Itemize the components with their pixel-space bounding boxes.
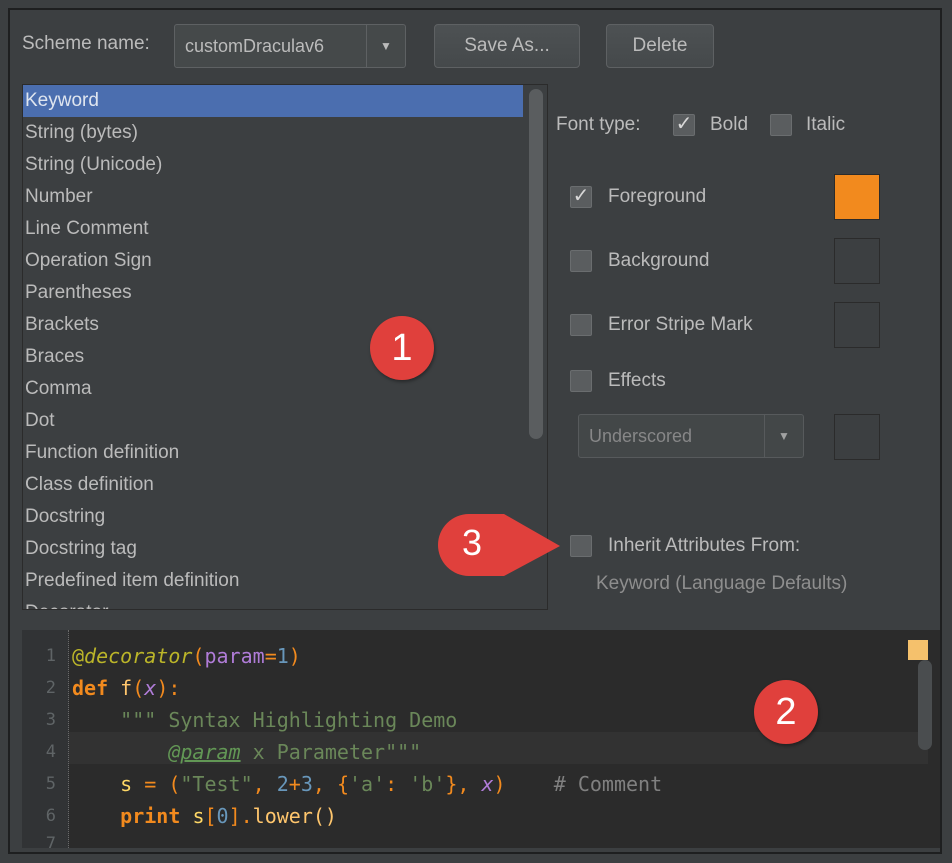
- line-number: 2: [45, 678, 56, 698]
- code-line-1: @decorator(param=1): [72, 644, 301, 668]
- attribute-list-item[interactable]: Comma: [23, 373, 523, 405]
- attribute-list-item[interactable]: Number: [23, 181, 523, 213]
- callout-label-3: 3: [462, 522, 483, 563]
- code-line-6: print s[0].lower(): [120, 804, 337, 828]
- error-stripe-color-swatch[interactable]: [834, 302, 880, 348]
- line-number: 3: [45, 710, 56, 730]
- effects-color-swatch[interactable]: [834, 414, 880, 460]
- scheme-name-label: Scheme name:: [22, 33, 150, 54]
- attribute-list-item[interactable]: Function definition: [23, 437, 523, 469]
- attribute-list-item[interactable]: Line Comment: [23, 213, 523, 245]
- code-line-3: """ Syntax Highlighting Demo: [72, 708, 458, 732]
- list-scrollbar[interactable]: [529, 89, 543, 439]
- inherit-source-link[interactable]: Keyword (Language Defaults): [596, 573, 847, 595]
- editor-scrollbar[interactable]: [918, 660, 932, 750]
- attribute-list-item[interactable]: Class definition: [23, 469, 523, 501]
- line-number: 1: [45, 646, 56, 666]
- foreground-color-swatch[interactable]: [834, 174, 880, 220]
- error-stripe-marker[interactable]: [908, 640, 928, 660]
- foreground-checkbox[interactable]: ✓: [570, 186, 592, 208]
- foreground-label: Foreground: [608, 186, 707, 207]
- code-line-2: def f(x):: [72, 676, 181, 700]
- inherit-checkbox[interactable]: [570, 535, 592, 557]
- line-number: 4: [45, 742, 56, 762]
- save-as-button[interactable]: Save As...: [434, 24, 580, 68]
- bold-checkbox[interactable]: ✓: [673, 114, 695, 136]
- callout-badge-1: 1: [370, 316, 434, 380]
- chevron-down-icon[interactable]: ▼: [764, 415, 803, 457]
- effects-label: Effects: [608, 370, 666, 391]
- attribute-list-item[interactable]: String (bytes): [23, 117, 523, 149]
- background-color-swatch[interactable]: [834, 238, 880, 284]
- attribute-list-item[interactable]: Keyword: [23, 85, 523, 117]
- code-line-5: s = ("Test", 2+3, {'a': 'b'}, x) # Comme…: [120, 772, 663, 796]
- background-checkbox[interactable]: [570, 250, 592, 272]
- italic-label: Italic: [806, 114, 846, 135]
- attribute-list-item[interactable]: Operation Sign: [23, 245, 523, 277]
- attribute-list-item[interactable]: Dot: [23, 405, 523, 437]
- attribute-list-item[interactable]: Decorator: [23, 597, 523, 609]
- italic-checkbox[interactable]: [770, 114, 792, 136]
- line-number: 7: [45, 834, 56, 848]
- chevron-down-icon[interactable]: ▼: [366, 25, 405, 67]
- callout-badge-2: 2: [754, 680, 818, 744]
- code-line-4: @param x Parameter""": [168, 740, 422, 764]
- line-number-gutter: 1 2 3 4 5 6 7: [22, 630, 69, 848]
- error-stripe-checkbox[interactable]: [570, 314, 592, 336]
- error-stripe-label: Error Stripe Mark: [608, 314, 753, 335]
- font-type-label: Font type:: [556, 114, 641, 135]
- bold-label: Bold: [710, 114, 749, 135]
- line-number: 6: [45, 806, 56, 826]
- delete-button[interactable]: Delete: [606, 24, 714, 68]
- attribute-list-item[interactable]: String (Unicode): [23, 149, 523, 181]
- line-number: 5: [45, 774, 56, 794]
- effect-type-value: Underscored: [589, 425, 693, 446]
- callout-arrow-3: [438, 514, 560, 576]
- attribute-list-item[interactable]: Parentheses: [23, 277, 523, 309]
- attribute-list-item[interactable]: Brackets: [23, 309, 523, 341]
- effects-checkbox[interactable]: [570, 370, 592, 392]
- effect-type-combo[interactable]: Underscored ▼: [578, 414, 804, 458]
- background-label: Background: [608, 250, 710, 271]
- scheme-name-combo[interactable]: customDraculav6 ▼: [174, 24, 406, 68]
- inherit-label: Inherit Attributes From:: [608, 535, 801, 556]
- scheme-name-value: customDraculav6: [185, 35, 325, 56]
- attribute-list-item[interactable]: Braces: [23, 341, 523, 373]
